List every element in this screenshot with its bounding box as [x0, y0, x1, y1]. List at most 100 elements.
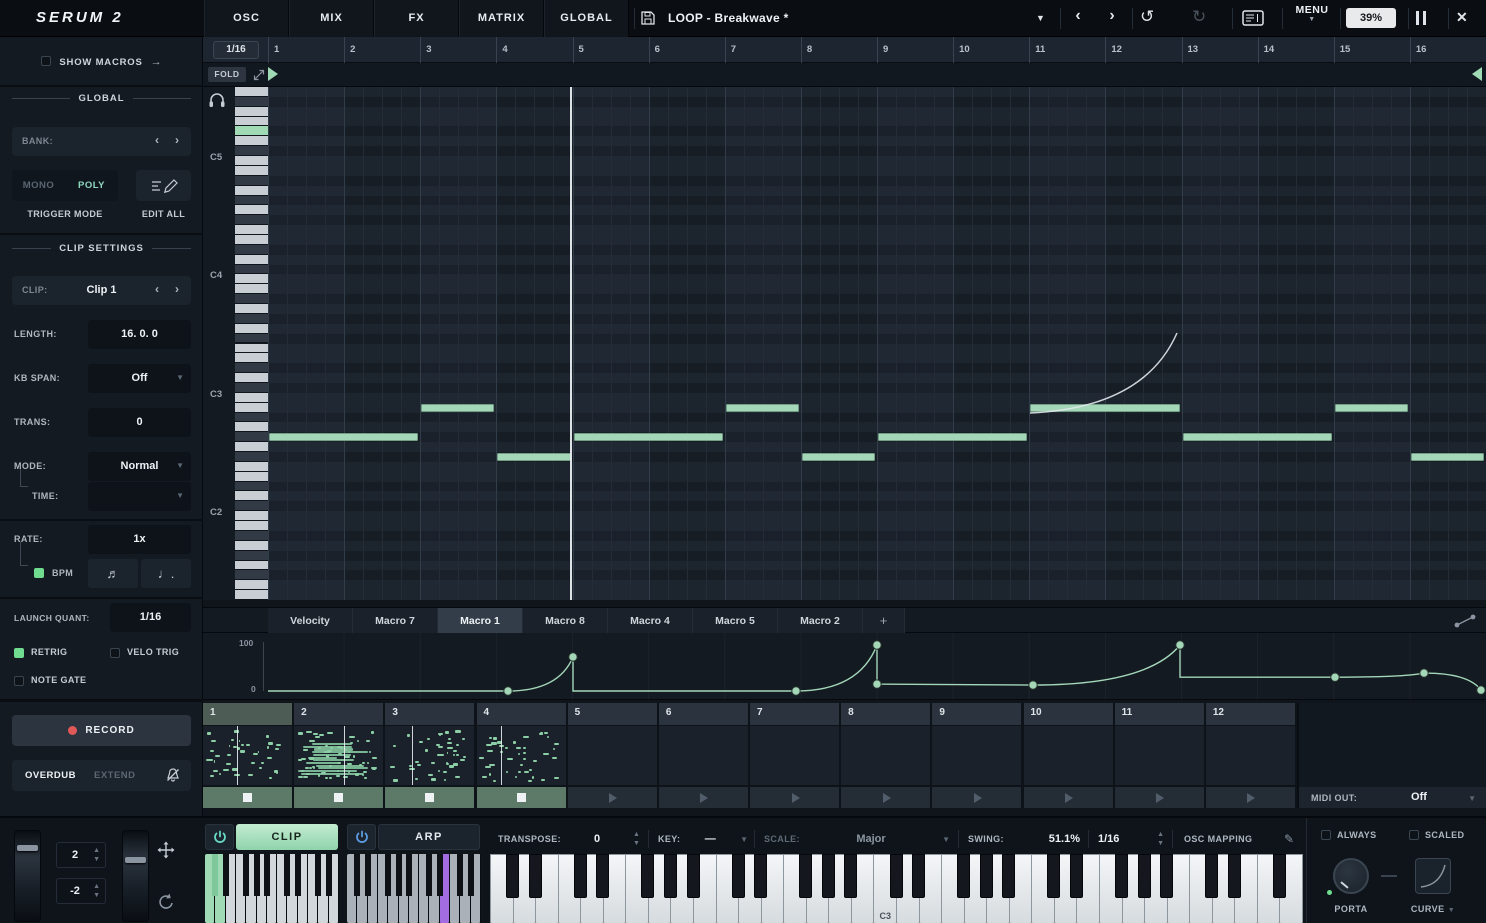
stepper-arrows[interactable]: ▲▼ [93, 846, 100, 864]
clip-slot-1[interactable]: 1 [203, 703, 292, 808]
piano-key[interactable] [235, 107, 268, 117]
clip-slot-body[interactable] [203, 726, 292, 785]
transpose-stepper[interactable]: ▲▼ [633, 830, 640, 848]
mini-black-key[interactable] [212, 854, 218, 896]
clip-play-button[interactable] [932, 787, 1021, 808]
clip-slot-body[interactable] [385, 726, 474, 785]
clip-slot-body[interactable] [477, 726, 566, 785]
clip-slot-header[interactable]: 7 [750, 703, 839, 725]
automation-point[interactable] [1331, 673, 1339, 681]
pitch-wheel[interactable] [14, 830, 41, 922]
piano-key[interactable] [235, 511, 268, 521]
piano-key[interactable] [235, 87, 268, 97]
piano-key[interactable] [235, 393, 268, 403]
timeline-ruler[interactable]: 1/16 12345678910111213141516 [203, 37, 1486, 63]
mod-wheel-handle[interactable] [125, 857, 146, 863]
automation-point[interactable] [1420, 669, 1428, 677]
launch-quant-value[interactable]: 1/16 [110, 611, 191, 623]
piano-key[interactable] [235, 176, 268, 186]
key-value[interactable]: — [705, 833, 716, 845]
extend-button[interactable]: EXTEND [94, 770, 136, 781]
swing-rate-control[interactable]: 1/16 ▲▼ [1098, 828, 1164, 850]
bend-range-down-stepper[interactable]: -2 ▲▼ [56, 878, 106, 904]
edit-all-button[interactable] [136, 170, 191, 201]
piano-key[interactable] [235, 324, 268, 334]
record-button[interactable]: RECORD [12, 715, 191, 746]
rate-value[interactable]: 1x [88, 533, 191, 545]
mini-black-key[interactable] [396, 854, 402, 896]
black-key[interactable] [687, 854, 700, 898]
show-macros-toggle[interactable]: SHOW MACROS→ [0, 52, 203, 74]
clip-slot-header[interactable]: 4 [477, 703, 566, 725]
mini-black-key[interactable] [254, 854, 260, 896]
clip-slot-body[interactable] [841, 726, 930, 785]
grid-size-selector[interactable]: 1/16 [213, 41, 259, 59]
move-icon[interactable] [156, 840, 176, 865]
piano-key[interactable] [235, 265, 268, 275]
swing-rate-value[interactable]: 1/16 [1098, 833, 1119, 845]
piano-key[interactable] [235, 570, 268, 580]
clip-stop-button[interactable] [477, 787, 566, 808]
close-button[interactable]: ✕ [1456, 9, 1468, 26]
piano-key[interactable] [235, 294, 268, 304]
porta-knob[interactable] [1333, 858, 1369, 894]
piano-key[interactable] [235, 452, 268, 462]
arp-mini-keyboard[interactable] [347, 854, 481, 923]
preset-dropdown-caret[interactable]: ▼ [1036, 13, 1045, 23]
automation-curve-icon[interactable] [1452, 613, 1478, 634]
clip-slot-body[interactable] [659, 726, 748, 785]
piano-key[interactable] [235, 531, 268, 541]
note-gate-checkbox[interactable] [14, 676, 24, 686]
piano-key[interactable] [235, 590, 268, 600]
piano-key[interactable] [235, 551, 268, 561]
key-control[interactable]: KEY: — ▼ [658, 828, 748, 850]
preset-next-button[interactable]: › [1100, 7, 1124, 25]
clip-slot-body[interactable] [932, 726, 1021, 785]
bank-prev-button[interactable]: ‹ [155, 133, 159, 147]
retrig-toggle[interactable]: RETRIG [14, 647, 67, 661]
black-key[interactable] [799, 854, 812, 898]
overdub-button[interactable]: OVERDUB [25, 770, 76, 781]
expand-icon[interactable] [252, 68, 266, 87]
clip-play-button[interactable] [1115, 787, 1204, 808]
add-macro-tab-button[interactable]: + [863, 608, 905, 634]
mini-black-key[interactable] [326, 854, 332, 896]
black-key[interactable] [1138, 854, 1151, 898]
clip-slot-body[interactable] [294, 726, 383, 785]
clip-slot-header[interactable]: 12 [1206, 703, 1295, 725]
clip-stop-button[interactable] [385, 787, 474, 808]
black-key[interactable] [1115, 854, 1128, 898]
piano-key[interactable] [235, 146, 268, 156]
ruler-bar-16[interactable]: 16 [1410, 37, 1486, 63]
tab-mix[interactable]: MIX [289, 0, 374, 37]
ruler-bar-15[interactable]: 15 [1334, 37, 1410, 63]
always-toggle[interactable]: ALWAYS [1321, 830, 1377, 840]
arp-mode-button[interactable]: ARP [378, 824, 480, 850]
piano-key[interactable] [235, 126, 268, 136]
clip-play-button[interactable] [750, 787, 839, 808]
show-macros-checkbox[interactable] [41, 56, 51, 66]
pencil-icon[interactable]: ✎ [1284, 832, 1294, 846]
trigger-mode-switch[interactable]: MONO POLY [12, 170, 118, 201]
clip-next-button[interactable]: › [175, 282, 179, 296]
clip-slot-12[interactable]: 12 [1206, 703, 1295, 808]
length-value[interactable]: 16. 0. 0 [88, 328, 191, 340]
scale-control[interactable]: SCALE: Major ▼ [764, 828, 950, 850]
black-key[interactable] [641, 854, 654, 898]
black-key[interactable] [1002, 854, 1015, 898]
mini-black-key[interactable] [315, 854, 321, 896]
black-key[interactable] [1070, 854, 1083, 898]
clip-slot-body[interactable] [750, 726, 839, 785]
tab-matrix[interactable]: MATRIX [459, 0, 544, 37]
stepper-arrows[interactable]: ▲▼ [93, 882, 100, 900]
macro-tab-macro-1[interactable]: Macro 1 [438, 608, 523, 634]
automation-point[interactable] [504, 687, 512, 695]
clip-power-button[interactable] [205, 824, 234, 850]
ruler-bar-7[interactable]: 7 [725, 37, 801, 63]
ruler-bar-3[interactable]: 3 [420, 37, 496, 63]
ruler-bar-9[interactable]: 9 [877, 37, 953, 63]
mini-black-key[interactable] [426, 854, 432, 896]
black-key[interactable] [596, 854, 609, 898]
automation-point[interactable] [569, 653, 577, 661]
clip-slot-header[interactable]: 10 [1024, 703, 1113, 725]
